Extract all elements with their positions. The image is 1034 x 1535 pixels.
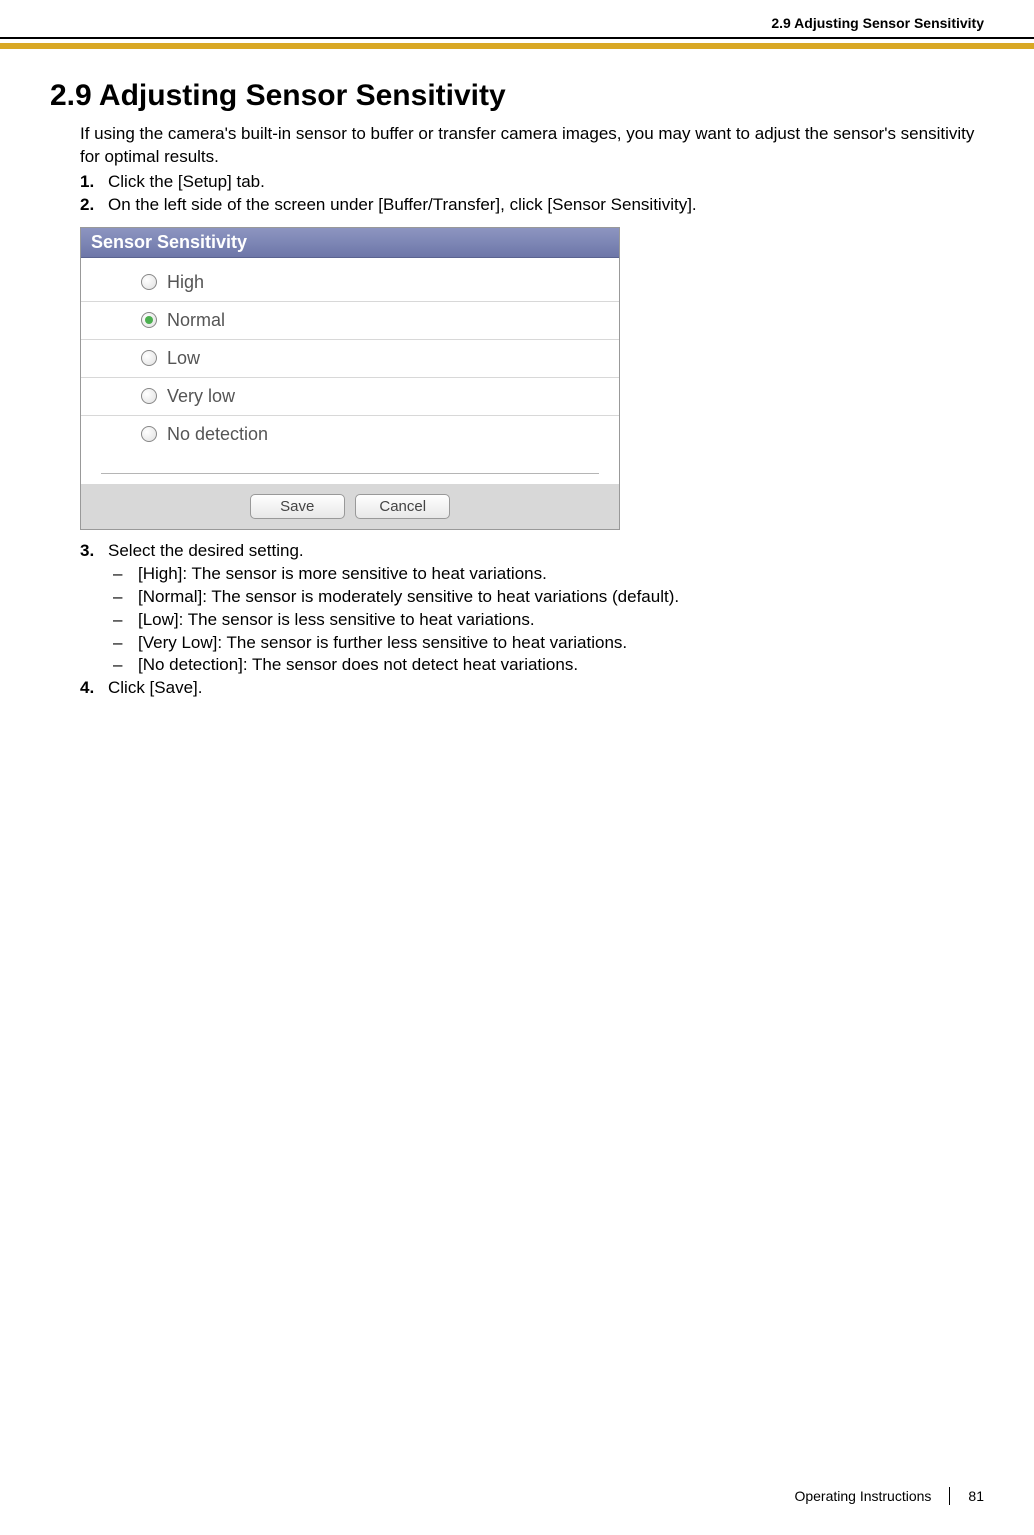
radio-label: High: [167, 272, 204, 293]
desc-normal: – [Normal]: The sensor is moderately sen…: [108, 586, 984, 609]
desc-low: – [Low]: The sensor is less sensitive to…: [108, 609, 984, 632]
radio-option-nodetection[interactable]: No detection: [81, 416, 619, 453]
step-number: 4.: [80, 677, 108, 700]
step-text: Select the desired setting.: [108, 541, 304, 560]
step-text: On the left side of the screen under [Bu…: [108, 194, 984, 217]
radio-option-verylow[interactable]: Very low: [81, 378, 619, 416]
page-footer: Operating Instructions 81: [794, 1487, 984, 1505]
panel-options: High Normal Low Very low No detection: [81, 258, 619, 473]
section-title: 2.9 Adjusting Sensor Sensitivity: [50, 79, 984, 113]
intro-paragraph: If using the camera's built-in sensor to…: [80, 123, 984, 169]
steps-list: 1. Click the [Setup] tab. 2. On the left…: [80, 171, 984, 217]
radio-label: Normal: [167, 310, 225, 331]
desc-text: [No detection]: The sensor does not dete…: [138, 654, 578, 677]
radio-label: Low: [167, 348, 200, 369]
panel-button-bar: Save Cancel: [81, 484, 619, 529]
radio-icon-selected: [141, 312, 157, 328]
step-text-container: Select the desired setting. – [High]: Th…: [108, 540, 984, 678]
dash-icon: –: [108, 586, 138, 609]
radio-icon: [141, 388, 157, 404]
step-1: 1. Click the [Setup] tab.: [80, 171, 984, 194]
dash-icon: –: [108, 654, 138, 677]
footer-page-number: 81: [968, 1488, 984, 1504]
content-area: 2.9 Adjusting Sensor Sensitivity If usin…: [0, 49, 1034, 700]
desc-verylow: – [Very Low]: The sensor is further less…: [108, 632, 984, 655]
radio-label: Very low: [167, 386, 235, 407]
step-text: Click [Save].: [108, 677, 984, 700]
step-4: 4. Click [Save].: [80, 677, 984, 700]
dash-icon: –: [108, 563, 138, 586]
dash-icon: –: [108, 609, 138, 632]
step-2: 2. On the left side of the screen under …: [80, 194, 984, 217]
radio-label: No detection: [167, 424, 268, 445]
step-text: Click the [Setup] tab.: [108, 171, 984, 194]
step-number: 3.: [80, 540, 108, 678]
radio-option-high[interactable]: High: [81, 264, 619, 302]
radio-icon: [141, 350, 157, 366]
desc-high: – [High]: The sensor is more sensitive t…: [108, 563, 984, 586]
radio-icon: [141, 274, 157, 290]
step-3: 3. Select the desired setting. – [High]:…: [80, 540, 984, 678]
radio-option-low[interactable]: Low: [81, 340, 619, 378]
header-rule-black: [0, 37, 1034, 39]
panel-divider: [101, 473, 599, 474]
panel-titlebar: Sensor Sensitivity: [81, 228, 619, 258]
dash-icon: –: [108, 632, 138, 655]
steps-list-continued: 3. Select the desired setting. – [High]:…: [80, 540, 984, 701]
desc-text: [High]: The sensor is more sensitive to …: [138, 563, 547, 586]
breadcrumb: 2.9 Adjusting Sensor Sensitivity: [0, 0, 1034, 37]
page-header: 2.9 Adjusting Sensor Sensitivity: [0, 0, 1034, 49]
sensor-sensitivity-panel: Sensor Sensitivity High Normal Low Very …: [80, 227, 620, 530]
radio-icon: [141, 426, 157, 442]
desc-text: [Normal]: The sensor is moderately sensi…: [138, 586, 679, 609]
step-number: 2.: [80, 194, 108, 217]
desc-text: [Very Low]: The sensor is further less s…: [138, 632, 627, 655]
header-rule-yellow: [0, 43, 1034, 49]
cancel-button[interactable]: Cancel: [355, 494, 450, 519]
save-button[interactable]: Save: [250, 494, 345, 519]
desc-text: [Low]: The sensor is less sensitive to h…: [138, 609, 535, 632]
step-number: 1.: [80, 171, 108, 194]
desc-nodetection: – [No detection]: The sensor does not de…: [108, 654, 984, 677]
radio-option-normal[interactable]: Normal: [81, 302, 619, 340]
footer-doc-title: Operating Instructions: [794, 1488, 931, 1504]
option-descriptions: – [High]: The sensor is more sensitive t…: [108, 563, 984, 678]
footer-divider: [949, 1487, 950, 1505]
